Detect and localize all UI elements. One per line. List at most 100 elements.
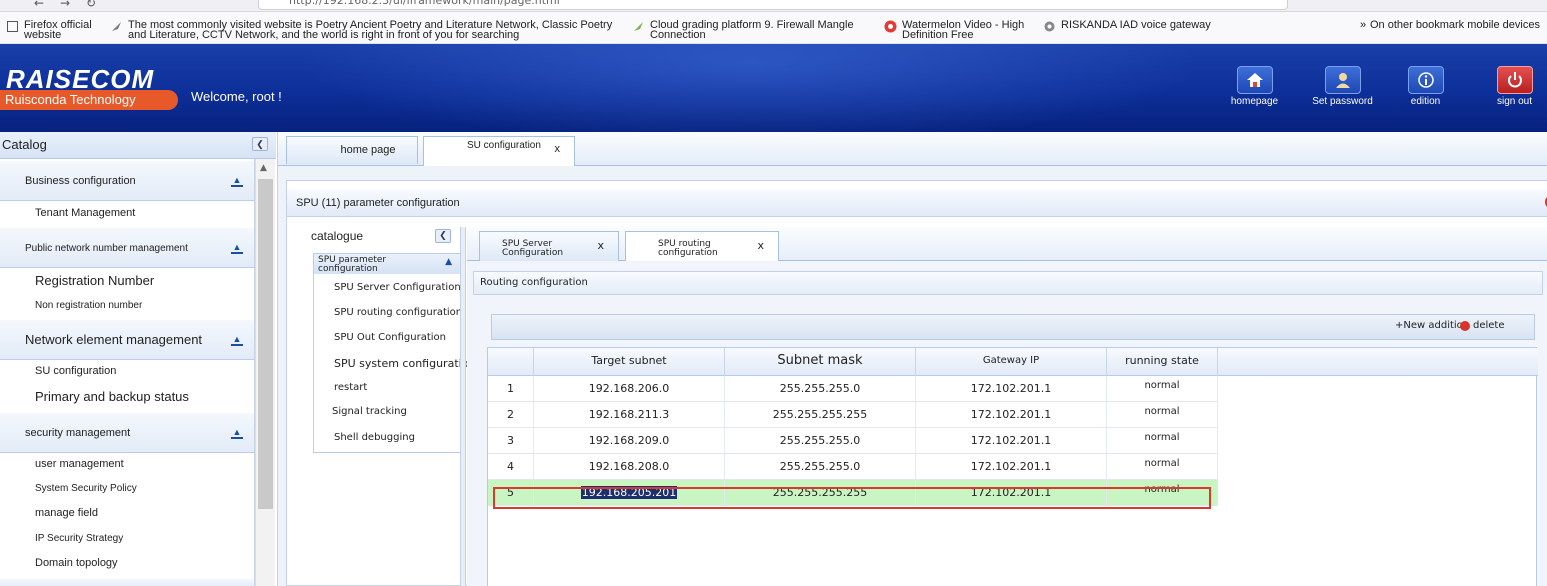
- catalogue-box: SPU parameter configuration ▲ SPU Server…: [313, 253, 475, 453]
- catalogue-item-restart[interactable]: restart: [334, 382, 367, 393]
- collapse-up-icon[interactable]: ▲: [231, 175, 243, 187]
- bookmark-watermelon[interactable]: Watermelon Video - High Definition Free: [884, 20, 1044, 41]
- power-icon: [1496, 66, 1533, 94]
- tab-spu-routing[interactable]: SPU routing configuration x: [625, 231, 779, 261]
- spu-tabs: SPU Server Configuration x SPU routing c…: [467, 227, 1547, 261]
- catalogue-item-shell[interactable]: Shell debugging: [334, 432, 415, 443]
- sidebar-item-security-policy[interactable]: System Security Policy: [35, 483, 137, 494]
- routing-panel: SPU Server Configuration x SPU routing c…: [467, 227, 1547, 586]
- page-icon: [6, 20, 19, 33]
- leaf-icon: [632, 20, 645, 33]
- sidebar-group-business[interactable]: Business configuration ▲: [0, 161, 254, 201]
- main-area: home page SU configuration x SPU (11) pa…: [277, 132, 1547, 586]
- table-row[interactable]: 1 192.168.206.0 255.255.255.0 172.102.20…: [488, 376, 1218, 402]
- close-tab-icon[interactable]: x: [597, 240, 604, 251]
- catalogue-group-spu[interactable]: SPU parameter configuration ▲: [314, 254, 460, 274]
- delete-button[interactable]: delete: [1460, 320, 1505, 331]
- table-header: Target subnet Subnet mask Gateway IP run…: [488, 348, 1538, 376]
- sidebar-item-user-management[interactable]: user management: [35, 458, 124, 470]
- browser-toolbar: ← → ↻ http://192.168.2.3/ui/iframework/m…: [0, 0, 1547, 12]
- reload-icon[interactable]: ↻: [86, 0, 96, 10]
- col-running-state[interactable]: running state: [1107, 348, 1218, 376]
- app-header: RAISECOM Ruisconda Technology Welcome, r…: [0, 44, 1547, 132]
- routing-config-title: Routing configuration: [473, 271, 1543, 295]
- logo-subtitle: Ruisconda Technology: [0, 90, 178, 110]
- col-target-subnet[interactable]: Target subnet: [534, 348, 725, 376]
- bookmark-other[interactable]: » On other bookmark mobile devices: [1360, 20, 1545, 33]
- watermelon-icon: [884, 20, 897, 33]
- catalogue-title: catalogue: [311, 229, 364, 243]
- sidebar-item-ip-security[interactable]: IP Security Strategy: [35, 533, 123, 544]
- sidebar-scrollbar[interactable]: ▲: [255, 159, 275, 586]
- sidebar-item-su-config[interactable]: SU configuration: [35, 365, 116, 377]
- spu-panel-title: SPU (11) parameter configuration: [287, 189, 1547, 217]
- collapse-up-icon[interactable]: ▲: [231, 427, 243, 439]
- catalog-header: Catalog ❮: [0, 132, 276, 159]
- delete-icon: [1460, 320, 1470, 331]
- col-subnet-mask[interactable]: Subnet mask: [725, 348, 916, 376]
- sidebar-item-tenant[interactable]: Tenant Management: [35, 207, 135, 219]
- gear-icon: [1043, 20, 1056, 33]
- home-icon: [1236, 66, 1273, 94]
- col-gateway-ip[interactable]: Gateway IP: [916, 348, 1107, 376]
- close-tab-icon[interactable]: x: [757, 240, 764, 251]
- catalogue-item-routing[interactable]: SPU routing configuration: [334, 307, 462, 318]
- address-bar[interactable]: http://192.168.2.3/ui/iframework/main/pa…: [258, 0, 1288, 10]
- welcome-text: Welcome, root !: [191, 89, 282, 104]
- sidebar-item-non-registration[interactable]: Non registration number: [35, 300, 142, 311]
- bookmark-cloud-grading[interactable]: Cloud grading platform 9. Firewall Mangl…: [632, 20, 877, 41]
- bookmark-poetry[interactable]: The most commonly visited website is Poe…: [110, 20, 630, 41]
- leaf-icon: [110, 20, 123, 33]
- sidebar: Business configuration ▲ Tenant Manageme…: [0, 159, 255, 586]
- back-icon[interactable]: ←: [34, 0, 44, 10]
- routing-table: Target subnet Subnet mask Gateway IP run…: [487, 347, 1538, 586]
- header-sheen: [300, 44, 1200, 132]
- homepage-button[interactable]: homepage: [1223, 66, 1286, 111]
- sidebar-group-next: [0, 579, 254, 586]
- edition-button[interactable]: edition: [1394, 66, 1457, 111]
- selection-highlight: [493, 487, 1211, 509]
- table-row[interactable]: 2 192.168.211.3 255.255.255.255 172.102.…: [488, 402, 1218, 428]
- table-row[interactable]: 4 192.168.208.0 255.255.255.0 172.102.20…: [488, 454, 1218, 480]
- sidebar-item-manage-field[interactable]: manage field: [35, 507, 98, 519]
- catalog-title: Catalog: [2, 137, 47, 152]
- tab-spu-server[interactable]: SPU Server Configuration x: [479, 231, 619, 261]
- collapse-up-icon[interactable]: ▲: [445, 258, 452, 267]
- sub-catalogue: catalogue ❮ SPU parameter configuration …: [305, 227, 475, 586]
- collapse-sidebar-button[interactable]: ❮: [252, 137, 268, 151]
- user-icon: [1324, 66, 1361, 94]
- tab-su-configuration[interactable]: SU configuration x: [423, 136, 575, 166]
- scrollbar-thumb[interactable]: [258, 179, 273, 509]
- catalogue-item-out[interactable]: SPU Out Configuration: [334, 332, 446, 343]
- scroll-up-icon[interactable]: ▲: [260, 163, 267, 173]
- forward-icon[interactable]: →: [60, 0, 70, 10]
- set-password-button[interactable]: Set password: [1311, 66, 1374, 111]
- new-addition-button[interactable]: +New addition: [1395, 320, 1469, 331]
- sign-out-button[interactable]: sign out: [1483, 66, 1546, 111]
- collapse-up-icon[interactable]: ▲: [231, 242, 243, 254]
- table-row[interactable]: 3 192.168.209.0 255.255.255.0 172.102.20…: [488, 428, 1218, 454]
- catalogue-item-system[interactable]: SPU system configuration: [334, 357, 475, 370]
- bookmarks-bar: Firefox official website The most common…: [0, 12, 1547, 44]
- sidebar-item-domain-topology[interactable]: Domain topology: [35, 557, 118, 569]
- sidebar-group-network-element[interactable]: Network element management ▲: [0, 320, 254, 360]
- catalogue-item-signal[interactable]: Signal tracking: [332, 406, 407, 417]
- col-index: [488, 348, 534, 376]
- collapse-catalogue-button[interactable]: ❮: [435, 229, 451, 243]
- main-tabs: home page SU configuration x: [278, 132, 1547, 166]
- chevron-right-icon: »: [1360, 19, 1367, 31]
- catalogue-item-server[interactable]: SPU Server Configuration: [334, 282, 461, 293]
- close-tab-icon[interactable]: x: [555, 144, 561, 155]
- sidebar-group-public-number[interactable]: Public network number management ▲: [0, 228, 254, 268]
- sidebar-item-registration[interactable]: Registration Number: [35, 273, 154, 288]
- catalogue-splitter[interactable]: [460, 227, 466, 586]
- spu-panel: SPU (11) parameter configuration ✕ catal…: [286, 180, 1547, 586]
- info-icon: [1407, 66, 1444, 94]
- collapse-up-icon[interactable]: ▲: [231, 334, 243, 346]
- sidebar-item-primary-backup[interactable]: Primary and backup status: [35, 389, 189, 404]
- routing-toolbar: +New addition delete: [491, 314, 1535, 340]
- bookmark-riskanda[interactable]: RISKANDA IAD voice gateway: [1043, 20, 1243, 33]
- tab-home-page[interactable]: home page: [286, 136, 418, 164]
- sidebar-group-security[interactable]: security management ▲: [0, 413, 254, 453]
- bookmark-firefox[interactable]: Firefox official website: [6, 20, 106, 41]
